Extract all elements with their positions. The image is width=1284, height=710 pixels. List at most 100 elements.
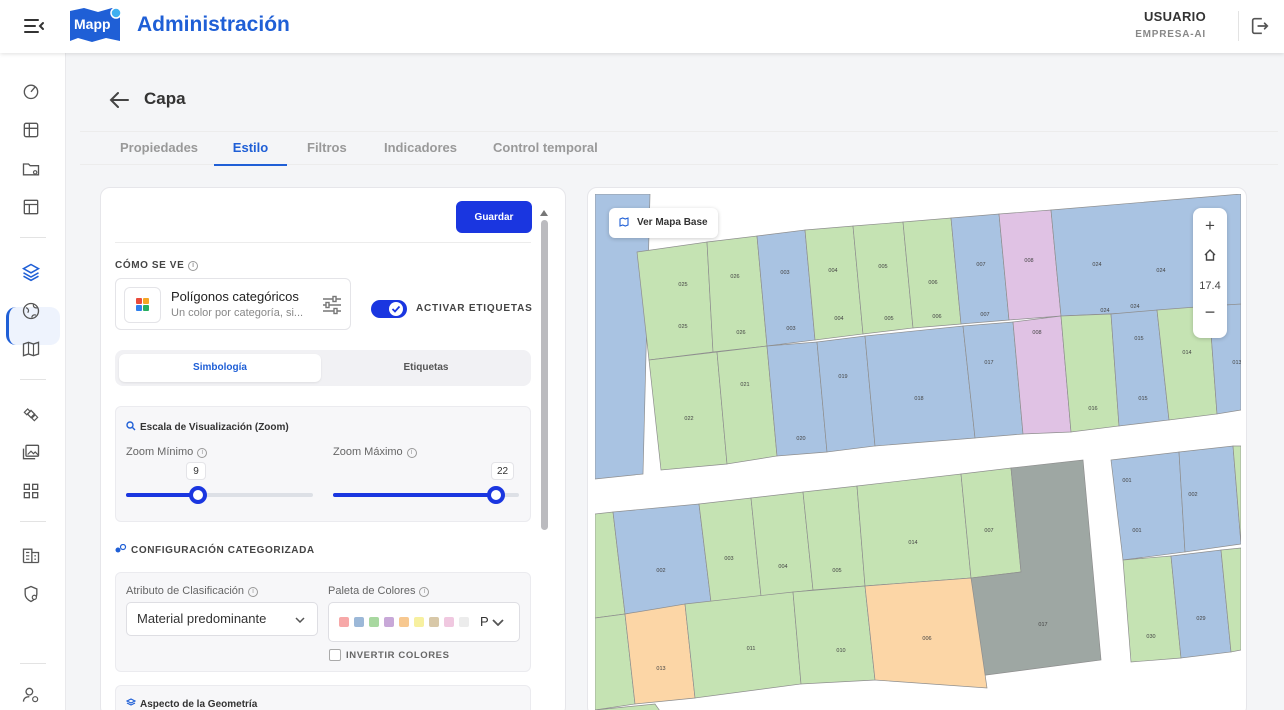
map-preview-panel: 025 025 026 026 003 003 004 004 005 005 …	[587, 187, 1247, 710]
labels-toggle[interactable]	[371, 300, 407, 318]
geometry-section-label: Aspecto de la Geometría	[140, 699, 258, 710]
user-company: EMPRESA-AI	[1135, 29, 1206, 40]
palette-swatch	[414, 617, 424, 627]
building-icon[interactable]	[21, 545, 45, 569]
user-info[interactable]: USUARIO EMPRESA-AI	[1135, 9, 1206, 40]
map-icon[interactable]	[21, 339, 45, 363]
palette-swatch	[339, 617, 349, 627]
parcel	[1110, 451, 1186, 561]
subtab-etiquetas[interactable]: Etiquetas	[325, 354, 527, 382]
layout-icon[interactable]	[21, 197, 45, 221]
parcel	[648, 351, 728, 471]
parcel-label: 007	[976, 262, 985, 268]
parcel-label: 029	[1196, 616, 1205, 622]
parcel-label: 002	[656, 568, 665, 574]
labels-toggle-label: ACTIVAR ETIQUETAS	[416, 303, 533, 314]
zoom-min-slider[interactable]	[126, 486, 313, 504]
tab-estilo[interactable]: Estilo	[214, 132, 287, 166]
parcel	[624, 603, 696, 705]
parcel-label: 015	[1138, 396, 1147, 402]
images-icon[interactable]	[21, 442, 45, 466]
parcel-label: 005	[832, 568, 841, 574]
chevron-down-icon	[492, 619, 504, 626]
parcel-label: 007	[984, 528, 993, 534]
parcel-label: 004	[828, 268, 837, 274]
scrollbar-thumb[interactable]	[541, 220, 548, 530]
logout-icon[interactable]	[1238, 11, 1270, 41]
shield-settings-icon[interactable]	[21, 584, 45, 608]
subtab-simbologia[interactable]: Simbología	[119, 354, 321, 382]
page-title: Capa	[144, 89, 186, 108]
gauge-icon[interactable]	[21, 81, 45, 105]
parcel	[998, 209, 1062, 321]
layers-icon[interactable]	[21, 262, 45, 286]
info-icon[interactable]: i	[406, 448, 417, 458]
attribute-label: Atributo de Clasificación i	[126, 585, 259, 597]
apps-icon[interactable]	[21, 481, 45, 505]
info-icon[interactable]: i	[197, 448, 208, 458]
parcel-label: 024	[1092, 262, 1101, 268]
mapp-logo[interactable]: Mapp	[68, 7, 124, 43]
base-map-button[interactable]: Ver Mapa Base	[609, 208, 718, 238]
parcel-label: 004	[834, 316, 843, 322]
sidebar	[0, 53, 66, 710]
tab-propiedades[interactable]: Propiedades	[120, 132, 198, 166]
parcel	[852, 221, 914, 335]
grid-map-icon[interactable]	[21, 120, 45, 144]
satellite-icon[interactable]	[21, 404, 45, 428]
parcel-label: 016	[1088, 406, 1097, 412]
tab-control-temporal[interactable]: Control temporal	[493, 132, 598, 166]
parcel-label: 019	[838, 374, 847, 380]
map-zoom-controls: + 17.4 −	[1193, 208, 1227, 338]
info-icon[interactable]: i	[248, 587, 259, 597]
geometry-section-title: Aspecto de la Geometría	[125, 698, 258, 710]
parcel-label: 010	[836, 648, 845, 654]
style-type-card[interactable]: Polígonos categóricos Un color por categ…	[115, 278, 351, 330]
geometry-section: Aspecto de la Geometría	[115, 685, 531, 710]
palette-label: Paleta de Colores i	[328, 585, 430, 597]
zoom-section-title: Escala de Visualización (Zoom)	[126, 421, 289, 433]
chevron-down-icon	[295, 617, 305, 623]
zoom-out-icon[interactable]: −	[1193, 302, 1227, 323]
folder-settings-icon[interactable]	[21, 159, 45, 183]
map-canvas[interactable]: 025 025 026 026 003 003 004 004 005 005 …	[595, 194, 1241, 710]
users-settings-icon[interactable]	[21, 685, 45, 709]
zoom-min-fill	[126, 493, 198, 497]
parcel-label: 020	[796, 436, 805, 442]
parcel-label: 006	[932, 314, 941, 320]
scroll-up-icon[interactable]	[539, 204, 549, 216]
parcel-label: 017	[1038, 622, 1047, 628]
toggle-knob	[389, 302, 403, 316]
palette-swatch	[399, 617, 409, 627]
parcel	[864, 577, 988, 689]
parcel	[792, 585, 876, 685]
parcel	[1178, 445, 1241, 553]
globe-icon[interactable]	[21, 301, 45, 325]
attribute-select[interactable]: Material predominante	[126, 602, 318, 636]
parcel-label: 015	[1134, 336, 1143, 342]
info-icon[interactable]: i	[419, 587, 430, 597]
parcel	[960, 467, 1022, 579]
parcel	[684, 591, 802, 699]
categorized-config-box: Atributo de Clasificación i Material pred…	[115, 572, 531, 672]
palette-select[interactable]: P	[328, 602, 520, 642]
tune-settings-icon[interactable]	[321, 294, 343, 316]
zoom-max-slider[interactable]	[333, 486, 519, 504]
menu-collapse-icon[interactable]	[22, 14, 48, 38]
tab-filtros[interactable]: Filtros	[307, 132, 347, 166]
parcel-label: 006	[928, 280, 937, 286]
info-icon[interactable]: i	[188, 261, 199, 271]
back-arrow-icon[interactable]	[108, 90, 130, 110]
zoom-in-icon[interactable]: +	[1193, 216, 1227, 236]
save-button[interactable]: Guardar	[456, 201, 532, 233]
zoom-min-thumb[interactable]	[189, 486, 207, 504]
tab-indicadores[interactable]: Indicadores	[384, 132, 457, 166]
invert-colors-checkbox[interactable]	[329, 649, 341, 661]
parcel-label: 005	[878, 264, 887, 270]
home-icon[interactable]	[1193, 248, 1227, 267]
divider	[115, 242, 531, 243]
parcel-map[interactable]: 025 025 026 026 003 003 004 004 005 005 …	[595, 194, 1241, 710]
zoom-max-thumb[interactable]	[487, 486, 505, 504]
zoom-level: 17.4	[1199, 280, 1221, 292]
parcel-label: 022	[684, 416, 693, 422]
